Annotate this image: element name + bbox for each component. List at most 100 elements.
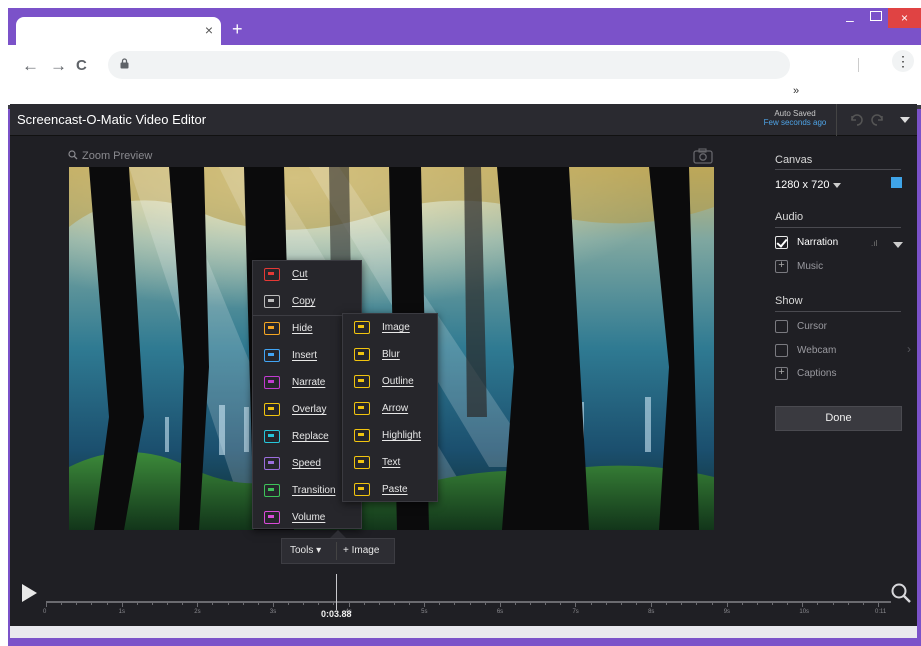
timeline-tick-label: 10s [799,609,810,615]
timeline-minor-tick [151,603,153,605]
page-bottom-strip [10,626,917,638]
checkbox-checked-icon [775,235,788,249]
tab-close-icon[interactable]: × [205,22,213,38]
timeline-tick [424,603,426,607]
timeline-zoom-icon[interactable] [890,582,912,604]
webcam-toggle[interactable]: Webcam [775,342,836,358]
cursor-toggle[interactable]: Cursor [775,318,827,334]
window-close-icon[interactable]: × [888,8,921,28]
menu-item-label: Insert [292,350,318,361]
timeline-minor-tick [741,603,743,605]
reload-icon[interactable]: C [76,57,87,75]
timeline-tick [651,603,653,607]
menu-item-arrow[interactable]: Arrow [343,395,437,422]
replace-icon [264,430,280,443]
narrate-icon [264,376,280,389]
timeline-minor-tick [560,603,562,605]
overlay-icon [264,403,280,416]
current-time: 0:03.88 [321,609,352,619]
tools-pointer [330,530,346,538]
menu-item-volume[interactable]: Volume [253,504,361,531]
add-image-button[interactable]: + Image [343,545,379,556]
menu-item-outline[interactable]: Outline [343,368,437,395]
timeline-tick-label: 7s [572,609,579,615]
hide-icon [264,322,280,335]
music-label: Music [797,260,824,272]
timeline-minor-tick [378,603,380,605]
playhead[interactable] [336,574,337,610]
menu-item-text[interactable]: Text [343,449,437,476]
forward-icon[interactable]: → [50,57,67,75]
menu-item-label: Copy [292,296,316,307]
timeline-tick-label: 6s [496,609,504,615]
menu-item-label: Highlight [382,430,421,441]
canvas-color-swatch[interactable] [891,177,902,188]
menu-item-label: Arrow [382,403,409,414]
new-tab-icon[interactable]: + [232,20,243,38]
timeline-minor-tick [635,603,637,605]
zoom-preview-button[interactable]: Zoom Preview [68,150,152,162]
timeline-minor-tick [666,603,668,605]
done-button[interactable]: Done [775,406,902,431]
play-icon[interactable] [22,584,37,602]
blur-icon [354,348,370,361]
menu-item-label: Paste [382,484,408,495]
tools-divider [336,542,337,560]
menu-item-cut[interactable]: Cut [253,261,361,288]
address-bar[interactable] [108,51,790,79]
timeline-minor-tick [409,603,411,605]
tools-bar: Tools ▾ + Image [281,538,395,564]
checkbox-icon [775,343,788,357]
menu-item-blur[interactable]: Blur [343,341,437,368]
browser-tab[interactable]: × [16,17,221,45]
timeline-minor-tick [76,603,78,605]
outline-icon [354,375,370,388]
cursor-label: Cursor [797,320,828,332]
video-editor: Screencast-O-Matic Video Editor Auto Sav… [10,104,917,626]
timeline-minor-tick [530,603,532,605]
timeline-minor-tick [288,603,290,605]
timeline-minor-tick [61,603,63,605]
captions-add[interactable]: Captions [775,365,836,381]
timeline-track[interactable] [46,601,891,603]
minimize-icon[interactable]: – [846,12,854,28]
tab-strip: × + – × [8,8,921,45]
menu-item-label: Transition [292,485,336,496]
menu-item-paste[interactable]: Paste [343,476,437,503]
volume-icon [264,511,280,524]
menu-item-image[interactable]: Image [343,314,437,341]
canvas-size-select[interactable]: 1280 x 720 [775,179,842,191]
tools-button[interactable]: Tools ▾ [290,545,321,556]
timeline-minor-tick [590,603,592,605]
bookmarks-overflow-icon[interactable]: » [793,85,799,97]
cut-icon [264,268,280,281]
undo-redo-icons[interactable] [848,112,888,128]
timeline-minor-tick [393,603,395,605]
timeline-tick-label: 1s [118,609,125,615]
menu-item-copy[interactable]: Copy [253,288,361,315]
browser-menu-icon[interactable]: ⋮ [892,50,914,72]
menu-item-highlight[interactable]: Highlight [343,422,437,449]
timeline-minor-tick [696,603,698,605]
chevron-right-icon[interactable]: › [907,342,911,356]
webcam-label: Webcam [797,344,837,356]
narration-toggle[interactable]: Narration [775,234,838,250]
narration-menu-caret-icon[interactable] [893,242,903,248]
timeline-minor-tick [514,603,516,605]
panel-divider [775,169,901,170]
timeline-minor-tick [817,603,819,605]
autosave-status: Auto Saved Few seconds ago [755,109,835,127]
narration-label: Narration [797,236,839,248]
add-icon [775,259,788,273]
maximize-icon[interactable] [870,11,882,21]
timeline-minor-tick [227,603,229,605]
timeline-minor-tick [333,603,335,605]
back-icon[interactable]: ← [22,57,39,75]
menu-item-label: Overlay [292,404,327,415]
header-menu-caret-icon[interactable] [900,117,910,123]
timeline-tick [272,603,274,607]
timeline-minor-tick [847,603,849,605]
music-add[interactable]: Music [775,258,823,274]
timeline-minor-tick [756,603,758,605]
camera-icon[interactable] [693,148,713,164]
